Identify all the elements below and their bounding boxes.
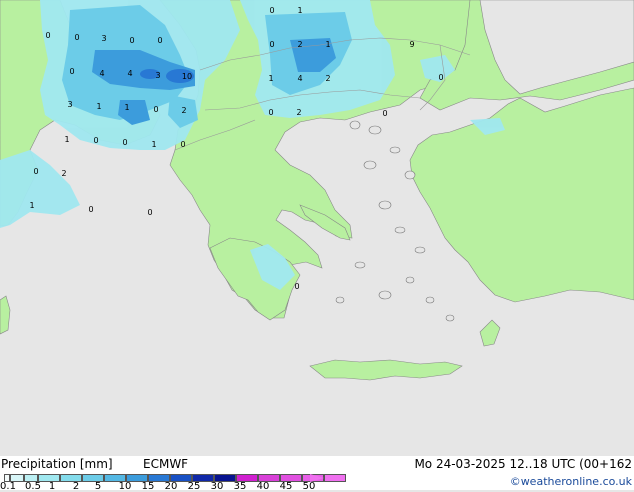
legend-swatch (324, 474, 346, 482)
legend-tick-label: 25 (187, 481, 201, 492)
legend-tick-label: 2 (72, 481, 80, 492)
value-label: 0 (129, 36, 134, 45)
value-label: 0 (69, 67, 74, 76)
footer-bar: Precipitation [mm] ECMWF Mo 24-03-2025 1… (0, 456, 634, 492)
legend-tick-label: 15 (141, 481, 155, 492)
value-label: 3 (67, 100, 72, 109)
value-label: 1 (151, 140, 156, 149)
value-label: 0 (269, 6, 274, 15)
value-label: 0 (74, 33, 79, 42)
value-label: 2 (297, 40, 302, 49)
value-label: 9 (409, 40, 414, 49)
value-label: 1 (96, 102, 101, 111)
value-label: 2 (61, 169, 66, 178)
value-label: 3 (101, 34, 106, 43)
value-label: 2 (325, 74, 330, 83)
value-label: 0 (147, 208, 152, 217)
value-label: 10 (182, 72, 192, 81)
value-label: 0 (153, 105, 158, 114)
value-label: 0 (45, 31, 50, 40)
value-label: 0 (180, 140, 185, 149)
value-label: 0 (88, 205, 93, 214)
value-label: 0 (93, 136, 98, 145)
valid-time: Mo 24-03-2025 12..18 UTC (00+162 (414, 457, 632, 471)
value-label: 0 (438, 73, 443, 82)
legend-tick-label: 45 (279, 481, 293, 492)
value-label: 1 (124, 103, 129, 112)
chart-title: Precipitation [mm] (1, 457, 113, 471)
value-label: 3 (155, 71, 160, 80)
value-label: 4 (297, 74, 302, 83)
value-label: 0 (382, 109, 387, 118)
legend-tick-label: 35 (233, 481, 247, 492)
value-label: 1 (64, 135, 69, 144)
legend-tick-label: 10 (118, 481, 132, 492)
legend-tick-label: 0.5 (25, 481, 41, 492)
value-label: 0 (122, 138, 127, 147)
legend-tick-label: 30 (210, 481, 224, 492)
legend-tick-label: 50 (302, 481, 316, 492)
precipitation-map: 0 1 0 0 3 0 0 0 2 1 9 0 4 4 3 10 1 4 2 0… (0, 0, 634, 456)
credit[interactable]: ©weatheronline.co.uk (510, 475, 632, 488)
value-label: 2 (296, 108, 301, 117)
value-label: 1 (268, 74, 273, 83)
value-label: 0 (157, 36, 162, 45)
value-label: 0 (294, 282, 299, 291)
legend-tick-label: 20 (164, 481, 178, 492)
value-label: 0 (33, 167, 38, 176)
value-label: 1 (297, 6, 302, 15)
legend-tick-label: 0.1 (0, 481, 16, 492)
legend-tick-label: 40 (256, 481, 270, 492)
value-label: 0 (269, 40, 274, 49)
value-label: 4 (99, 69, 104, 78)
value-label: 4 (127, 69, 132, 78)
value-label: 1 (325, 40, 330, 49)
legend-tick-label: 1 (48, 481, 56, 492)
value-label: 1 (29, 201, 34, 210)
legend-tick-label: 5 (94, 481, 102, 492)
value-label: 2 (181, 106, 186, 115)
model-name: ECMWF (143, 457, 189, 471)
value-label: 0 (268, 108, 273, 117)
